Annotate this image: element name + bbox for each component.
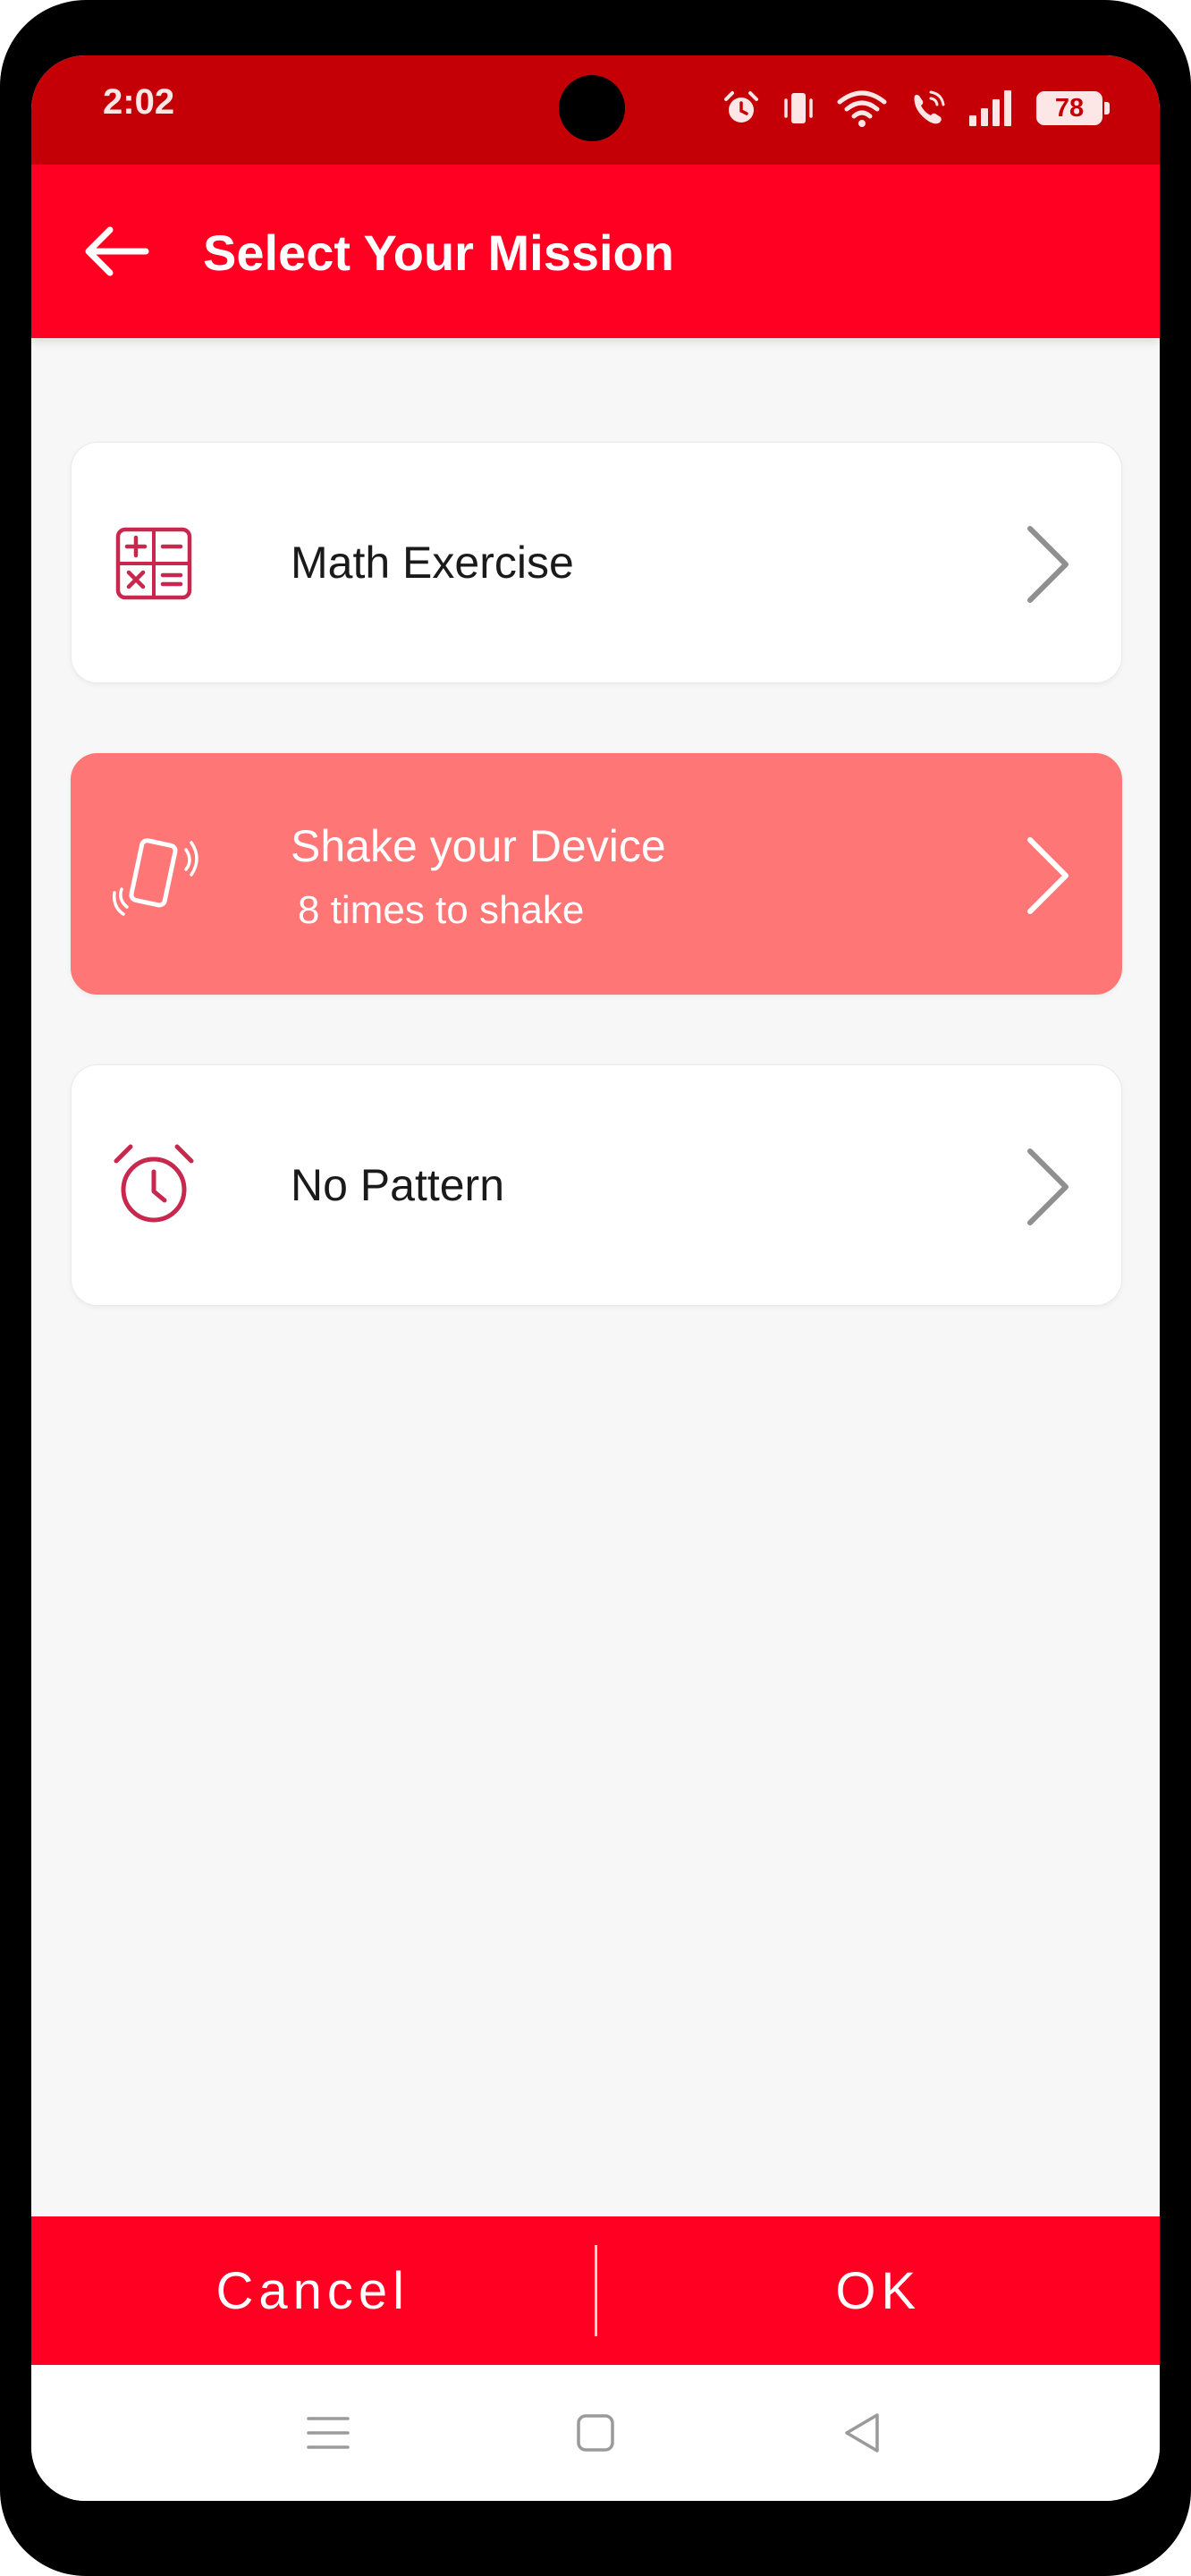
wifi-calling-icon xyxy=(908,89,947,128)
mission-math-exercise[interactable]: Math Exercise xyxy=(71,442,1122,683)
back-icon[interactable] xyxy=(838,2408,888,2458)
back-button[interactable] xyxy=(78,214,153,289)
system-nav-bar xyxy=(31,2365,1160,2501)
vibrate-icon xyxy=(781,89,816,128)
mission-title: No Pattern xyxy=(291,1160,505,1210)
battery-icon: 78 xyxy=(1036,91,1110,125)
arrow-left-icon xyxy=(85,226,149,276)
shake-phone-icon xyxy=(112,838,198,916)
status-icons: 78 xyxy=(722,86,1110,131)
mission-title: Shake your Device xyxy=(291,821,666,871)
phone-frame: 2:02 78 Select Your Mission Math Exercis… xyxy=(0,0,1191,2576)
app-bar: Select Your Mission xyxy=(31,165,1160,338)
mission-title: Math Exercise xyxy=(291,538,574,588)
ok-button[interactable]: OK xyxy=(597,2216,1161,2365)
alarm-clock-icon xyxy=(114,1144,194,1223)
page-title: Select Your Mission xyxy=(203,225,674,281)
calculator-icon xyxy=(115,527,192,600)
front-camera xyxy=(559,75,625,141)
chevron-right-icon xyxy=(1027,837,1069,914)
signal-icon xyxy=(967,89,1017,128)
status-bar: 2:02 78 xyxy=(31,55,1160,165)
screen: 2:02 78 Select Your Mission Math Exercis… xyxy=(31,55,1160,2501)
mission-subtitle: 8 times to shake xyxy=(298,888,585,932)
wifi-icon xyxy=(836,89,888,128)
chevron-right-icon xyxy=(1027,1148,1069,1225)
bottom-action-bar: Cancel OK xyxy=(31,2216,1160,2365)
status-time: 2:02 xyxy=(103,82,175,122)
mission-no-pattern[interactable]: No Pattern xyxy=(71,1064,1122,1306)
menu-icon[interactable] xyxy=(303,2408,353,2458)
home-icon[interactable] xyxy=(570,2408,621,2458)
mission-shake-device[interactable]: Shake your Device 8 times to shake xyxy=(71,753,1122,995)
chevron-right-icon xyxy=(1027,526,1069,603)
alarm-icon xyxy=(722,89,761,128)
cancel-button[interactable]: Cancel xyxy=(31,2216,595,2365)
